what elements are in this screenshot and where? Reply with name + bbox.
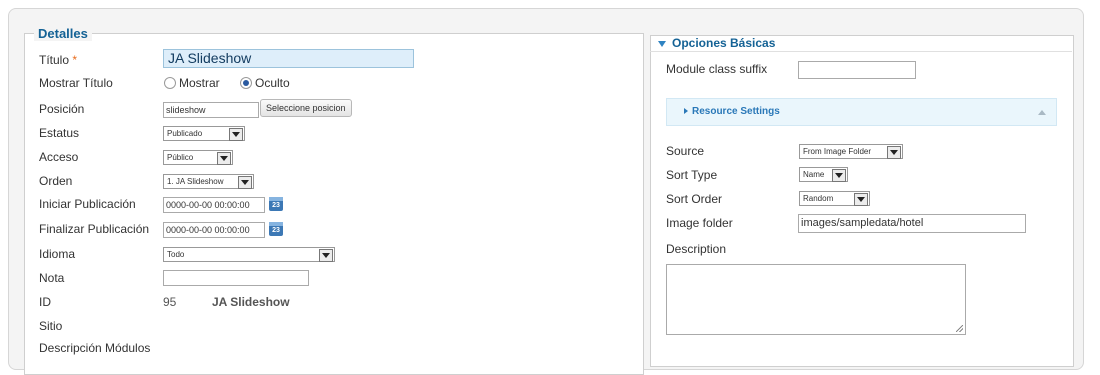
source-select[interactable]: From Image Folder [799, 144, 903, 159]
basic-options-title[interactable]: Opciones Básicas [658, 36, 775, 50]
source-value: From Image Folder [803, 147, 872, 156]
title-label: Título * [39, 53, 78, 67]
publish-up-input[interactable]: 0000-00-00 00:00:00 [163, 197, 265, 213]
chevron-down-icon [217, 152, 231, 165]
access-label: Acceso [39, 150, 79, 164]
description-label: Description [666, 242, 727, 256]
publish-down-label: Finalizar Publicación [39, 222, 150, 236]
status-select[interactable]: Publicado [163, 126, 245, 141]
chevron-down-icon [238, 176, 252, 189]
position-input[interactable]: slideshow [163, 102, 259, 118]
collapse-up-icon[interactable] [1038, 110, 1046, 115]
access-select[interactable]: Público [163, 150, 233, 165]
show-title-label: Mostrar Título [39, 76, 113, 90]
chevron-down-icon [887, 146, 901, 159]
sort-order-value: Random [803, 194, 834, 203]
details-legend: Detalles [34, 26, 92, 41]
module-class-suffix-label: Module class suffix [666, 62, 768, 76]
language-select[interactable]: Todo [163, 247, 335, 262]
show-title-radio-oculto[interactable] [240, 77, 252, 89]
resource-settings-title[interactable]: Resource Settings [684, 106, 780, 117]
required-mark: * [72, 53, 78, 67]
language-value: Todo [167, 250, 185, 259]
access-value: Público [167, 153, 194, 162]
order-select[interactable]: 1. JA Slideshow [163, 174, 254, 189]
image-folder-label: Image folder [666, 216, 733, 230]
sort-order-label: Sort Order [666, 192, 723, 206]
calendar-icon[interactable]: 23 [269, 197, 283, 211]
description-textarea[interactable] [666, 264, 966, 335]
sort-order-select[interactable]: Random [799, 191, 870, 206]
publish-up-label: Iniciar Publicación [39, 197, 136, 211]
show-title-option-mostrar: Mostrar [179, 76, 220, 90]
language-label: Idioma [39, 247, 76, 261]
chevron-down-icon [832, 169, 846, 182]
note-label: Nota [39, 271, 65, 285]
note-input[interactable] [163, 270, 309, 286]
status-value: Publicado [167, 129, 203, 138]
order-label: Orden [39, 174, 73, 188]
id-value: 95 [163, 295, 177, 309]
position-label: Posición [39, 102, 85, 116]
chevron-down-icon [229, 128, 243, 141]
calendar-icon[interactable]: 23 [269, 222, 283, 236]
image-folder-input[interactable]: images/sampledata/hotel [798, 214, 1026, 233]
sort-type-label: Sort Type [666, 168, 718, 182]
module-name: JA Slideshow [212, 295, 290, 309]
triangle-down-icon [658, 40, 666, 47]
chevron-down-icon [854, 193, 868, 206]
resize-grip-icon[interactable] [956, 325, 963, 332]
site-label: Sitio [39, 319, 63, 333]
show-title-radio-mostrar[interactable] [164, 77, 176, 89]
module-description-label: Descripción Módulos [39, 341, 151, 355]
source-label: Source [666, 144, 705, 158]
publish-down-input[interactable]: 0000-00-00 00:00:00 [163, 222, 265, 238]
id-label: ID [39, 295, 51, 309]
module-class-suffix-input[interactable] [798, 61, 916, 79]
triangle-right-icon [684, 108, 688, 115]
status-label: Estatus [39, 126, 80, 140]
show-title-option-oculto: Oculto [255, 76, 290, 90]
sort-type-value: Name [803, 170, 825, 179]
select-position-button[interactable]: Seleccione posicion [260, 99, 352, 117]
title-input[interactable]: JA Slideshow [163, 49, 414, 68]
order-value: 1. JA Slideshow [167, 177, 224, 186]
chevron-down-icon [319, 249, 333, 262]
sort-type-select[interactable]: Name [799, 167, 848, 182]
